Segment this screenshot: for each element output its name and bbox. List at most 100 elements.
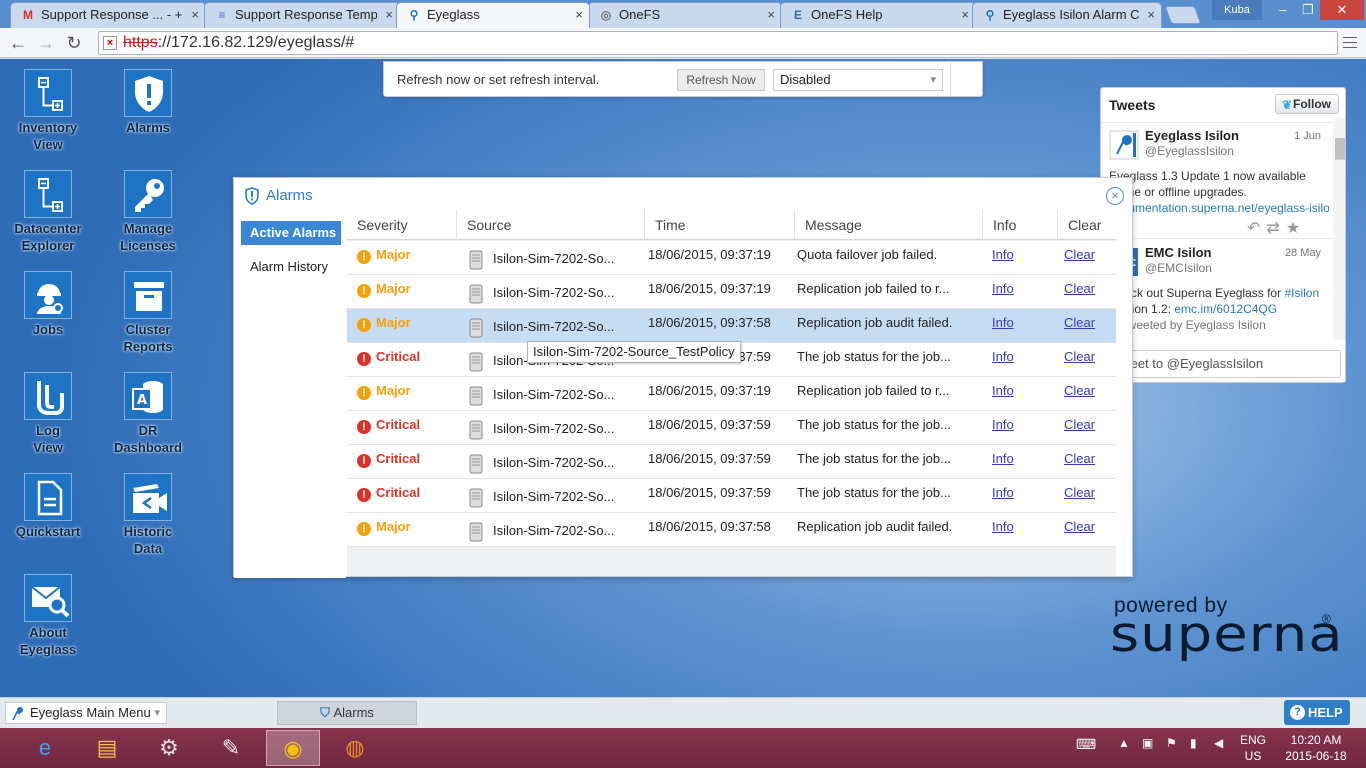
clear-link[interactable]: Clear bbox=[1064, 479, 1104, 512]
desktop-icon-jobs[interactable]: Jobs bbox=[0, 271, 98, 338]
back-icon[interactable]: ← bbox=[6, 31, 30, 55]
source-cell[interactable]: Isilon-Sim-7202-So... bbox=[469, 445, 645, 478]
clear-link[interactable]: Clear bbox=[1064, 411, 1104, 444]
source-cell[interactable]: Isilon-Sim-7202-So... bbox=[469, 479, 645, 512]
retweet-icon[interactable]: ⇄ bbox=[1266, 220, 1285, 237]
source-cell[interactable]: Isilon-Sim-7202-So... bbox=[469, 411, 645, 444]
eyeglass-main-menu[interactable]: Eyeglass Main Menu ▾ bbox=[5, 702, 167, 724]
desktop-icon-cluster-reports[interactable]: Cluster Reports bbox=[98, 271, 198, 355]
info-link[interactable]: Info bbox=[992, 309, 1032, 342]
refresh-now-button[interactable]: Refresh Now bbox=[677, 69, 765, 91]
column-header-message[interactable]: Message bbox=[795, 210, 983, 240]
table-row[interactable]: ! Major Isilon-Sim-7202-So... 18/06/2015, 0… bbox=[347, 275, 1116, 309]
close-tab-icon[interactable]: × bbox=[961, 3, 969, 27]
close-tab-icon[interactable]: × bbox=[191, 3, 199, 27]
column-header-clear[interactable]: Clear bbox=[1058, 210, 1116, 240]
close-window-icon[interactable]: ✕ bbox=[1320, 0, 1364, 20]
info-link[interactable]: Info bbox=[992, 377, 1032, 410]
column-header-severity[interactable]: Severity bbox=[347, 210, 457, 240]
table-row[interactable]: !Critical Isilon-Sim-7202-So...18/06/2015… bbox=[347, 445, 1116, 479]
tool-icon[interactable]: ⚙ bbox=[142, 730, 196, 766]
tray-app-icon[interactable]: ▣ bbox=[1142, 736, 1153, 750]
desktop-icon-alarms[interactable]: Alarms bbox=[98, 69, 198, 136]
table-row[interactable]: !Critical Isilon-Sim-7202-So...18/06/2015… bbox=[347, 411, 1116, 445]
close-tab-icon[interactable]: × bbox=[1147, 3, 1155, 27]
desktop-icon-manage-licenses[interactable]: Manage Licenses bbox=[98, 170, 198, 254]
clear-link[interactable]: Clear bbox=[1064, 309, 1104, 342]
insecure-lock-icon[interactable]: × bbox=[103, 36, 117, 50]
source-cell[interactable]: Isilon-Sim-7202-So... bbox=[469, 377, 645, 410]
explorer-icon[interactable]: ▤ bbox=[80, 730, 134, 766]
nav-active-alarms[interactable]: Active Alarms bbox=[241, 221, 341, 245]
info-link[interactable]: Info bbox=[992, 241, 1032, 274]
browser-tab-eyeglass[interactable]: ⚲ Eyeglass × bbox=[396, 2, 590, 28]
paint-icon[interactable]: ✎ bbox=[204, 730, 258, 766]
chrome-menu-icon[interactable]: — — — bbox=[1342, 29, 1358, 53]
keyboard-icon[interactable]: ⌨ bbox=[1076, 736, 1096, 753]
tweet-compose-input[interactable]: Tweet to @EyeglassIsilon bbox=[1109, 350, 1341, 378]
clear-link[interactable]: Clear bbox=[1064, 343, 1104, 376]
volume-icon[interactable]: ◀ bbox=[1214, 736, 1223, 750]
clear-link[interactable]: Clear bbox=[1064, 241, 1104, 274]
minimize-icon[interactable]: – bbox=[1270, 0, 1296, 20]
source-cell[interactable]: Isilon-Sim-7202-So... bbox=[469, 275, 645, 308]
clear-link[interactable]: Clear bbox=[1064, 513, 1104, 546]
language-indicator[interactable]: ENG US bbox=[1238, 732, 1268, 764]
clear-link[interactable]: Clear bbox=[1064, 445, 1104, 478]
source-cell[interactable]: Isilon-Sim-7202-So... bbox=[469, 513, 645, 546]
scrollbar-thumb[interactable] bbox=[1335, 138, 1345, 160]
address-bar[interactable]: × https://172.16.82.129/eyeglass/# ☆ bbox=[98, 31, 1338, 55]
network-icon[interactable]: ▮ bbox=[1190, 736, 1197, 750]
close-icon[interactable]: × bbox=[1106, 187, 1124, 205]
ie-icon[interactable]: e bbox=[18, 730, 72, 766]
table-row[interactable]: ! Major Isilon-Sim-7202-So... 18/06/2015, 0… bbox=[347, 309, 1116, 343]
table-row[interactable]: !Critical Isilon-Sim-7202-So...18/06/2015… bbox=[347, 479, 1116, 513]
browser-tab-docs[interactable]: ≡ Support Response Templa × bbox=[204, 2, 400, 28]
desktop-icon-datacenter-explorer[interactable]: Datacenter Explorer bbox=[0, 170, 98, 254]
info-link[interactable]: Info bbox=[992, 479, 1032, 512]
tweets-scrollbar[interactable] bbox=[1333, 118, 1345, 340]
tweet-link[interactable]: emc.im/6012C4QG bbox=[1174, 302, 1277, 316]
desktop-icon-quickstart[interactable]: Quickstart bbox=[0, 473, 98, 540]
tweet-link[interactable]: documentation.superna.net/eyeglass-isilo bbox=[1109, 201, 1329, 215]
nav-alarm-history[interactable]: Alarm History bbox=[241, 255, 341, 279]
desktop-icon-dr-dashboard[interactable]: A DR Dashboard bbox=[98, 372, 198, 456]
info-link[interactable]: Info bbox=[992, 411, 1032, 444]
desktop-icon-historic-data[interactable]: Historic Data bbox=[98, 473, 198, 557]
info-link[interactable]: Info bbox=[992, 513, 1032, 546]
close-tab-icon[interactable]: × bbox=[575, 3, 583, 27]
close-tab-icon[interactable]: × bbox=[385, 3, 393, 27]
taskbar-clock[interactable]: 10:20 AM 2015-06-18 bbox=[1276, 732, 1356, 764]
help-button[interactable]: ? HELP bbox=[1284, 700, 1350, 725]
table-row[interactable]: ! Major Isilon-Sim-7202-So... 18/06/2015, 0… bbox=[347, 513, 1116, 547]
new-tab-button[interactable] bbox=[1164, 6, 1202, 24]
firefox-icon[interactable]: ◍ bbox=[328, 730, 382, 766]
clear-link[interactable]: Clear bbox=[1064, 275, 1104, 308]
browser-tab-gmail[interactable]: M Support Response ... - +ku × bbox=[10, 2, 206, 28]
browser-tab-alarm-codes[interactable]: ⚲ Eyeglass Isilon Alarm Code × bbox=[972, 2, 1162, 28]
info-link[interactable]: Info bbox=[992, 445, 1032, 478]
reply-icon[interactable]: ↶ bbox=[1247, 220, 1266, 237]
hashtag-link[interactable]: #Isilon bbox=[1284, 286, 1319, 300]
desktop-icon-about-eyeglass[interactable]: About Eyeglass bbox=[0, 574, 98, 658]
desktop-icon-log-view[interactable]: Log View bbox=[0, 372, 98, 456]
column-header-info[interactable]: Info bbox=[983, 210, 1058, 240]
source-cell[interactable]: Isilon-Sim-7202-So... bbox=[469, 309, 645, 342]
table-row[interactable]: ! Major Isilon-Sim-7202-So... 18/06/2015, 0… bbox=[347, 377, 1116, 411]
chrome-icon[interactable]: ◉ bbox=[266, 730, 320, 766]
restore-icon[interactable]: ❐ bbox=[1296, 0, 1320, 20]
refresh-interval-select[interactable]: Disabled ▾ bbox=[773, 69, 943, 91]
flag-icon[interactable]: ⚑ bbox=[1166, 736, 1177, 750]
info-link[interactable]: Info bbox=[992, 275, 1032, 308]
info-link[interactable]: Info bbox=[992, 343, 1032, 376]
reload-icon[interactable]: ↻ bbox=[62, 31, 86, 55]
close-tab-icon[interactable]: × bbox=[767, 3, 775, 27]
follow-button[interactable]: ❦ Follow bbox=[1275, 94, 1339, 114]
column-header-time[interactable]: Time bbox=[645, 210, 795, 240]
browser-tab-onefs-help[interactable]: E OneFS Help × bbox=[780, 2, 976, 28]
desktop-icon-inventory-view[interactable]: Inventory View bbox=[0, 69, 98, 153]
clear-link[interactable]: Clear bbox=[1064, 377, 1104, 410]
source-cell[interactable]: Isilon-Sim-7202-So... bbox=[469, 241, 645, 274]
profile-button[interactable]: Kuba bbox=[1212, 0, 1262, 20]
taskbar-alarms-window-button[interactable]: ⛉ Alarms bbox=[277, 701, 417, 725]
